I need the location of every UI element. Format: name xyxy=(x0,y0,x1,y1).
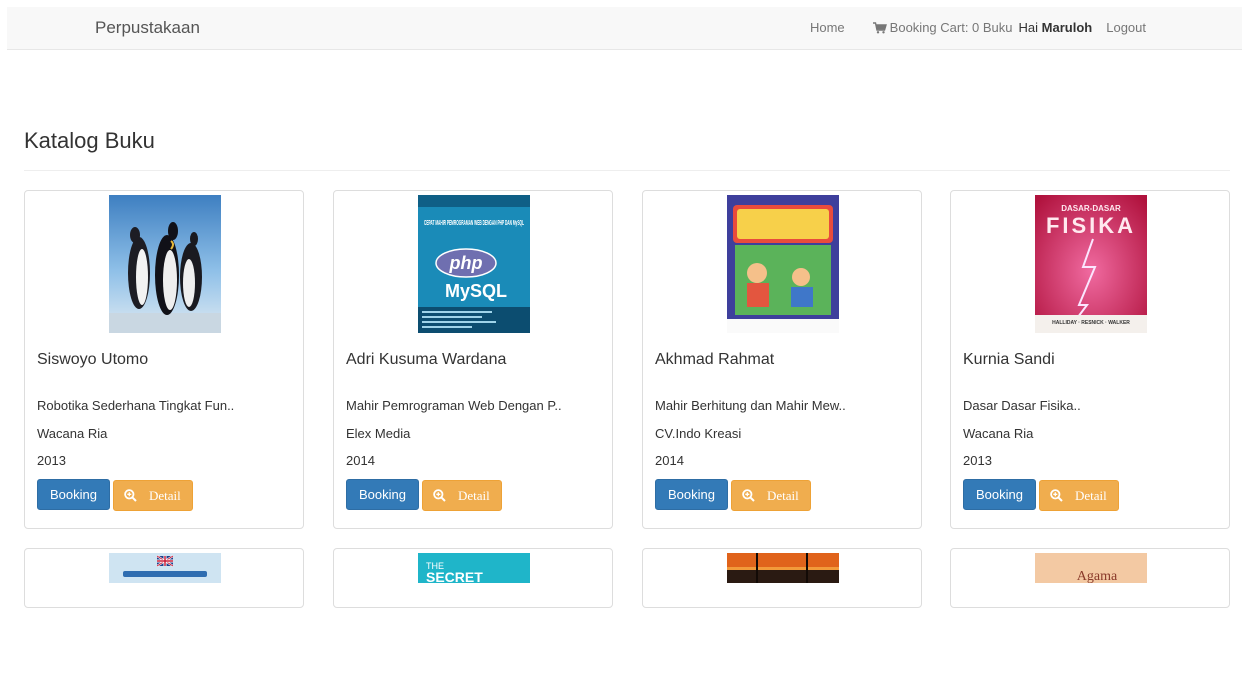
brand-link[interactable]: Perpustakaan xyxy=(95,18,200,38)
book-card: THE SECRET xyxy=(333,548,613,608)
book-cover-image[interactable]: THE SECRET xyxy=(418,553,530,691)
username: Maruloh xyxy=(1041,20,1093,35)
zoom-in-icon xyxy=(124,489,137,502)
book-title: Mahir Pemrograman Web Dengan P.. xyxy=(346,398,562,413)
book-year: 2014 xyxy=(346,453,375,468)
cover-mysql-logo: MySQL xyxy=(445,281,507,301)
detail-button[interactable]: Detail xyxy=(1039,480,1119,511)
detail-button[interactable]: Detail xyxy=(731,480,811,511)
zoom-in-icon xyxy=(433,489,446,502)
detail-button[interactable]: Detail xyxy=(113,480,193,511)
book-catalog-grid: Siswoyo Utomo Robotika Sederhana Tingkat… xyxy=(24,190,1234,608)
nav-home-link[interactable]: Home xyxy=(810,20,845,35)
cover-fisika-top: DASAR-DASAR xyxy=(1061,204,1121,213)
detail-label: Detail xyxy=(149,487,181,503)
page-title: Katalog Buku xyxy=(24,128,155,153)
book-cover-image[interactable] xyxy=(727,553,839,691)
book-cover-image[interactable]: CEPAT MAHIR PEMROGRAMAN WEB DENGAN PHP D… xyxy=(418,195,530,333)
book-card: DASAR-DASAR FISIKA HALLIDAY · RESNICK · … xyxy=(950,190,1230,529)
book-title: Robotika Sederhana Tingkat Fun.. xyxy=(37,398,235,413)
book-cover-image[interactable]: DASAR-DASAR FISIKA HALLIDAY · RESNICK · … xyxy=(1035,195,1147,333)
book-card xyxy=(642,548,922,608)
nav-booking-cart-link[interactable]: Booking Cart: 0 Buku xyxy=(872,20,1013,35)
cover-php-logo: php xyxy=(449,253,483,273)
detail-button[interactable]: Detail xyxy=(422,480,502,511)
book-cover-image[interactable] xyxy=(727,195,839,333)
book-publisher: Wacana Ria xyxy=(963,426,1034,441)
top-navbar: Perpustakaan Home Booking Cart: 0 Buku H… xyxy=(7,7,1242,50)
book-publisher: Wacana Ria xyxy=(37,426,108,441)
book-publisher: CV.Indo Kreasi xyxy=(655,426,742,441)
cover-fisika-authors: HALLIDAY · RESNICK · WALKER xyxy=(1052,320,1130,326)
cart-label: Booking Cart: 0 Buku xyxy=(889,20,1013,35)
book-title: Mahir Berhitung dan Mahir Mew.. xyxy=(655,398,846,413)
booking-button[interactable]: Booking xyxy=(37,479,110,510)
detail-label: Detail xyxy=(1075,487,1107,503)
zoom-in-icon xyxy=(1050,489,1063,502)
booking-button[interactable]: Booking xyxy=(963,479,1036,510)
book-title: Dasar Dasar Fisika.. xyxy=(963,398,1081,413)
book-year: 2013 xyxy=(963,453,992,468)
book-cover-image[interactable] xyxy=(109,195,221,333)
nav-logout-link[interactable]: Logout xyxy=(1106,20,1146,35)
book-author: Adri Kusuma Wardana xyxy=(346,351,507,368)
shopping-cart-icon xyxy=(872,21,887,33)
booking-button[interactable]: Booking xyxy=(346,479,419,510)
book-card: Siswoyo Utomo Robotika Sederhana Tingkat… xyxy=(24,190,304,529)
book-cover-image[interactable] xyxy=(109,553,221,691)
greeting-text: Hai xyxy=(1018,20,1039,35)
cover-php-title: CEPAT MAHIR PEMROGRAMAN WEB DENGAN PHP D… xyxy=(424,220,524,227)
book-author: Kurnia Sandi xyxy=(963,351,1055,368)
title-divider xyxy=(24,170,1230,171)
book-card: Agama xyxy=(950,548,1230,608)
book-author: Siswoyo Utomo xyxy=(37,351,149,368)
cover-fisika-main: FISIKA xyxy=(1046,213,1136,238)
navbar-right: Home Booking Cart: 0 Buku Hai Maruloh Lo… xyxy=(790,20,1146,35)
book-card: CEPAT MAHIR PEMROGRAMAN WEB DENGAN PHP D… xyxy=(333,190,613,529)
book-publisher: Elex Media xyxy=(346,426,411,441)
booking-button[interactable]: Booking xyxy=(655,479,728,510)
user-greeting: Hai Maruloh xyxy=(1019,20,1093,35)
cover-agama-text: Agama xyxy=(1077,569,1118,583)
book-card xyxy=(24,548,304,608)
book-year: 2013 xyxy=(37,453,66,468)
zoom-in-icon xyxy=(742,489,755,502)
book-cover-image[interactable]: Agama xyxy=(1035,553,1147,691)
book-card: Akhmad Rahmat Mahir Berhitung dan Mahir … xyxy=(642,190,922,529)
detail-label: Detail xyxy=(767,487,799,503)
book-year: 2014 xyxy=(655,453,684,468)
book-author: Akhmad Rahmat xyxy=(655,351,775,368)
cover-secret-main: SECRET xyxy=(426,569,483,583)
detail-label: Detail xyxy=(458,487,490,503)
